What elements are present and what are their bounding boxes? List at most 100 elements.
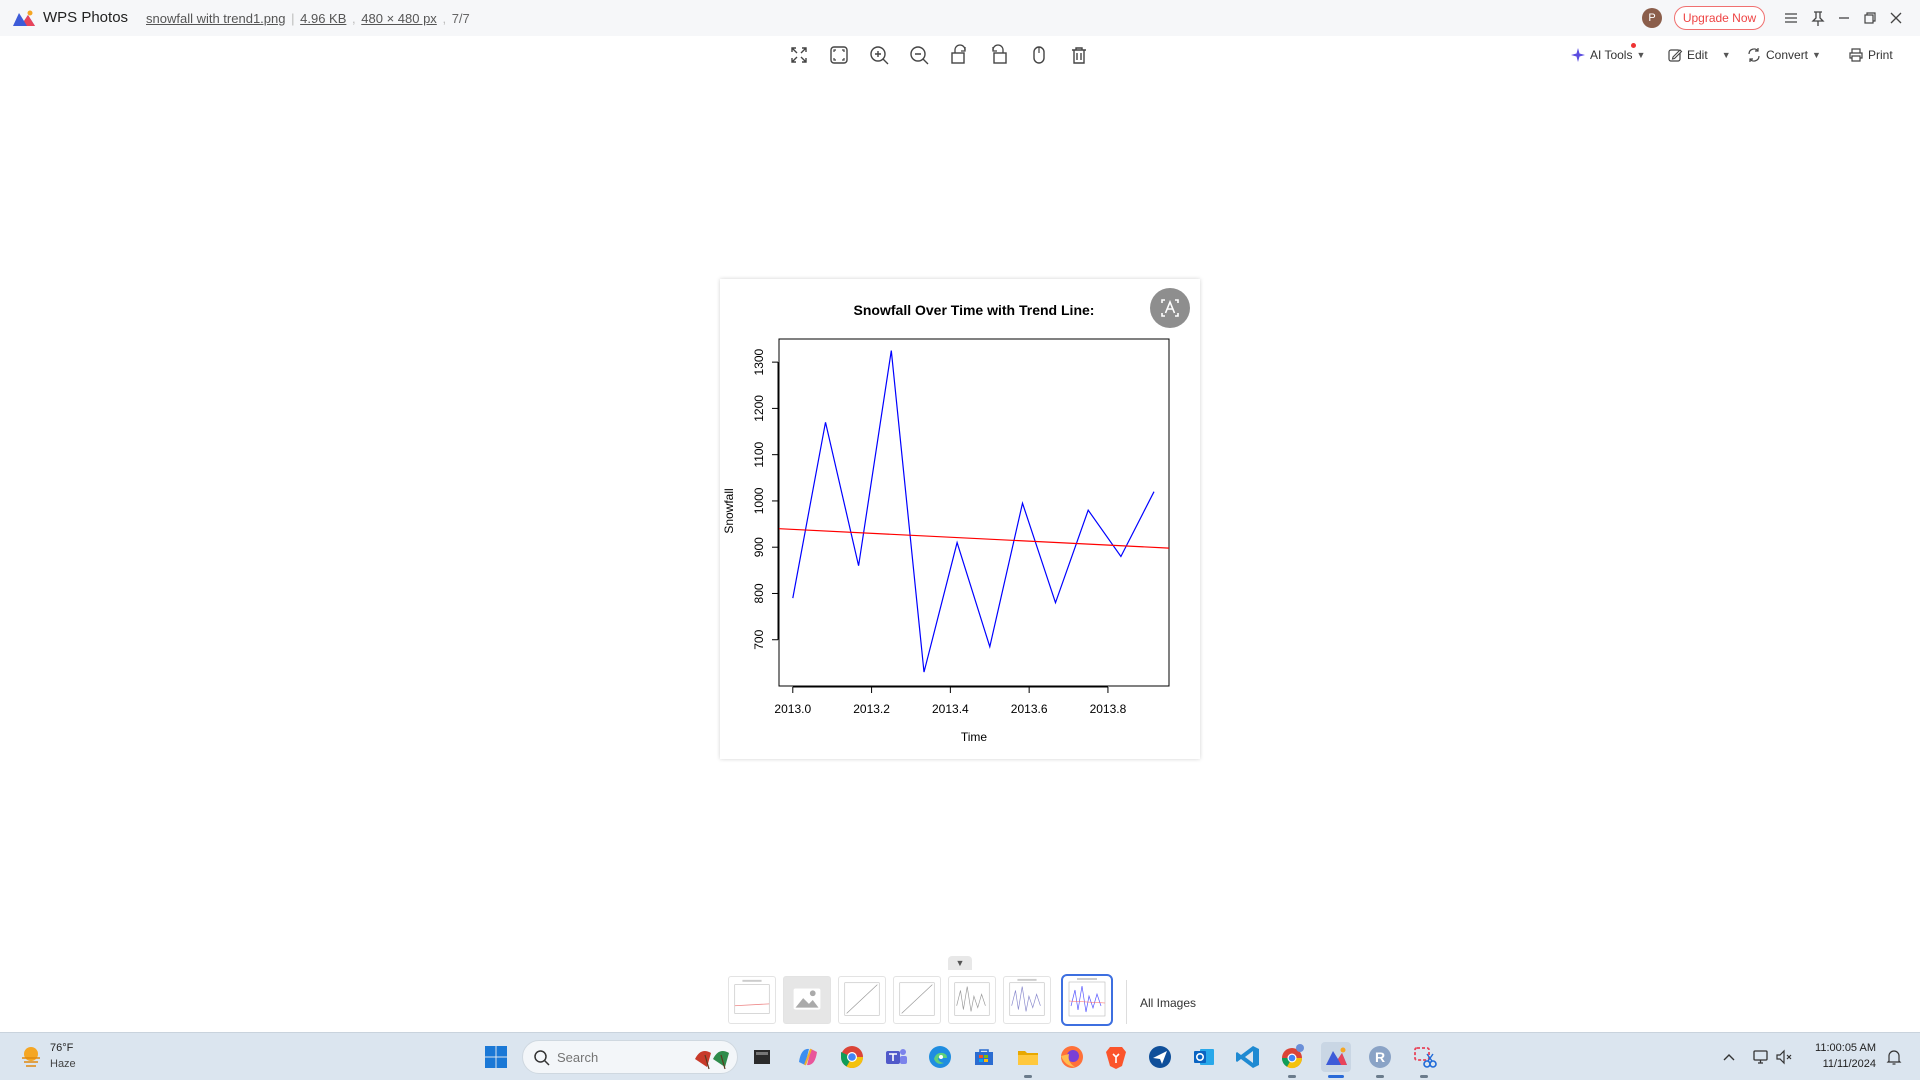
wps-photos-logo-icon <box>13 10 35 26</box>
brave-icon[interactable] <box>1101 1042 1131 1072</box>
edit-menu[interactable]: Edit ▼ <box>1667 45 1731 65</box>
convert-label: Convert <box>1766 48 1809 62</box>
snipping-tool-icon[interactable] <box>1409 1042 1439 1072</box>
file-name-link[interactable]: snowfall with trend1.png <box>146 11 285 26</box>
svg-text:R: R <box>1375 1049 1385 1065</box>
edit-label: Edit <box>1687 48 1708 62</box>
pin-icon[interactable] <box>1808 8 1828 28</box>
volume-muted-icon[interactable] <box>1774 1047 1794 1067</box>
thumbnail-6[interactable] <box>1003 976 1051 1024</box>
send-icon[interactable] <box>1145 1042 1175 1072</box>
taskbar: 76°F Haze Search R 11:00:05 AM 11/11/202… <box>0 1032 1920 1080</box>
all-images-link[interactable]: All Images <box>1140 996 1196 1010</box>
y-tick-label: 700 <box>752 629 766 649</box>
zoom-in-icon[interactable] <box>866 42 892 68</box>
x-tick-label: 2013.8 <box>1090 702 1127 716</box>
y-tick-label: 900 <box>752 537 766 557</box>
zoom-out-icon[interactable] <box>906 42 932 68</box>
menu-icon[interactable] <box>1781 8 1801 28</box>
search-icon <box>534 1050 550 1066</box>
chrome-running-indicator <box>1288 1075 1296 1078</box>
network-icon[interactable] <box>1751 1047 1771 1067</box>
user-avatar[interactable]: P <box>1642 8 1662 28</box>
ocr-text-button[interactable] <box>1150 288 1190 328</box>
fullscreen-icon[interactable] <box>786 42 812 68</box>
copilot-icon[interactable] <box>793 1042 823 1072</box>
y-tick-label: 800 <box>752 583 766 603</box>
snowfall-chart: Snowfall Over Time with Trend Line: Time… <box>722 302 1170 744</box>
hand-icon[interactable] <box>1026 42 1052 68</box>
y-tick-label: 1000 <box>752 487 766 514</box>
search-input[interactable] <box>557 1048 657 1066</box>
search-highlight-icon <box>695 1051 729 1070</box>
snowfall-series-line <box>792 350 1155 673</box>
title-bar: WPS Photos snowfall with trend1.png | 4.… <box>0 0 1920 36</box>
clock-date[interactable]: 11/11/2024 <box>1810 1058 1876 1070</box>
thumbnail-1[interactable] <box>728 976 776 1024</box>
file-size-link[interactable]: 4.96 KB <box>300 11 346 26</box>
wps-photos-icon[interactable] <box>1321 1042 1351 1072</box>
r-icon[interactable]: R <box>1365 1042 1395 1072</box>
ai-tools-label: AI Tools <box>1590 48 1633 62</box>
image-canvas[interactable]: Snowfall Over Time with Trend Line: Time… <box>720 279 1200 759</box>
thumbnail-3[interactable] <box>838 976 886 1024</box>
store-icon[interactable] <box>969 1042 999 1072</box>
chrome-profile-icon[interactable] <box>1277 1042 1307 1072</box>
close-icon[interactable] <box>1886 8 1906 28</box>
collapse-strip-icon[interactable]: ▼ <box>948 956 972 970</box>
chrome-icon[interactable] <box>837 1042 867 1072</box>
print-label: Print <box>1868 48 1893 62</box>
teams-icon[interactable] <box>881 1042 911 1072</box>
notification-dot <box>1631 43 1636 48</box>
delete-icon[interactable] <box>1066 42 1092 68</box>
y-tick-label: 1200 <box>752 395 766 422</box>
firefox-icon[interactable] <box>1057 1042 1087 1072</box>
minimize-icon[interactable] <box>1834 8 1854 28</box>
chart-marks: 2013.0 2013.2 2013.4 2013.6 2013.8 700 800 900 1… <box>752 348 1170 716</box>
file-explorer-dark-icon[interactable] <box>747 1042 777 1072</box>
vscode-icon[interactable] <box>1233 1042 1263 1072</box>
taskbar-search[interactable] <box>522 1040 738 1074</box>
fit-window-icon[interactable] <box>826 42 852 68</box>
thumbnail-5[interactable] <box>948 976 996 1024</box>
chevron-up-icon[interactable] <box>1719 1047 1739 1067</box>
chevron-down-icon: ▼ <box>1812 50 1821 60</box>
edge-icon[interactable] <box>925 1042 955 1072</box>
snipping-running-indicator <box>1420 1075 1428 1078</box>
x-axis-label: Time <box>961 730 988 744</box>
plot-area <box>778 338 1170 687</box>
x-tick-label: 2013.6 <box>1011 702 1048 716</box>
upgrade-now-button[interactable]: Upgrade Now <box>1674 6 1765 30</box>
weather-haze-icon[interactable] <box>18 1043 44 1069</box>
clock-time[interactable]: 11:00:05 AM <box>1810 1042 1876 1054</box>
ai-tools-menu[interactable]: AI Tools ▼ <box>1570 45 1645 65</box>
weather-condition[interactable]: Haze <box>50 1058 76 1070</box>
y-tick-label: 1100 <box>752 441 766 467</box>
rotate-right-icon[interactable] <box>986 42 1012 68</box>
x-tick-label: 2013.2 <box>853 702 890 716</box>
edit-icon <box>1668 49 1683 62</box>
windows-start-icon[interactable] <box>484 1045 508 1069</box>
convert-icon <box>1748 48 1760 62</box>
thumbnail-4[interactable] <box>893 976 941 1024</box>
thumbnail-2[interactable] <box>783 976 831 1024</box>
restore-icon[interactable] <box>1860 8 1880 28</box>
thumbnail-7-active[interactable] <box>1061 974 1113 1026</box>
strip-divider <box>1126 980 1127 1024</box>
chevron-down-icon: ▼ <box>1721 50 1731 60</box>
convert-menu[interactable]: Convert ▼ <box>1746 45 1821 65</box>
x-tick-label: 2013.0 <box>774 702 811 716</box>
notification-bell-icon[interactable] <box>1884 1047 1904 1067</box>
dimensions-link[interactable]: 480 × 480 px <box>361 11 437 26</box>
chart-title: Snowfall Over Time with Trend Line: <box>854 302 1095 318</box>
trend-line <box>778 528 1170 549</box>
print-button[interactable]: Print <box>1848 45 1893 65</box>
text-recognition-icon <box>1161 299 1179 317</box>
weather-temperature[interactable]: 76°F <box>50 1042 73 1054</box>
rotate-left-icon[interactable] <box>946 42 972 68</box>
folder-running-indicator <box>1024 1075 1032 1078</box>
y-tick-label: 1300 <box>752 348 766 375</box>
y-axis-label: Snowfall <box>722 488 736 533</box>
outlook-icon[interactable] <box>1189 1042 1219 1072</box>
folder-icon[interactable] <box>1013 1042 1043 1072</box>
